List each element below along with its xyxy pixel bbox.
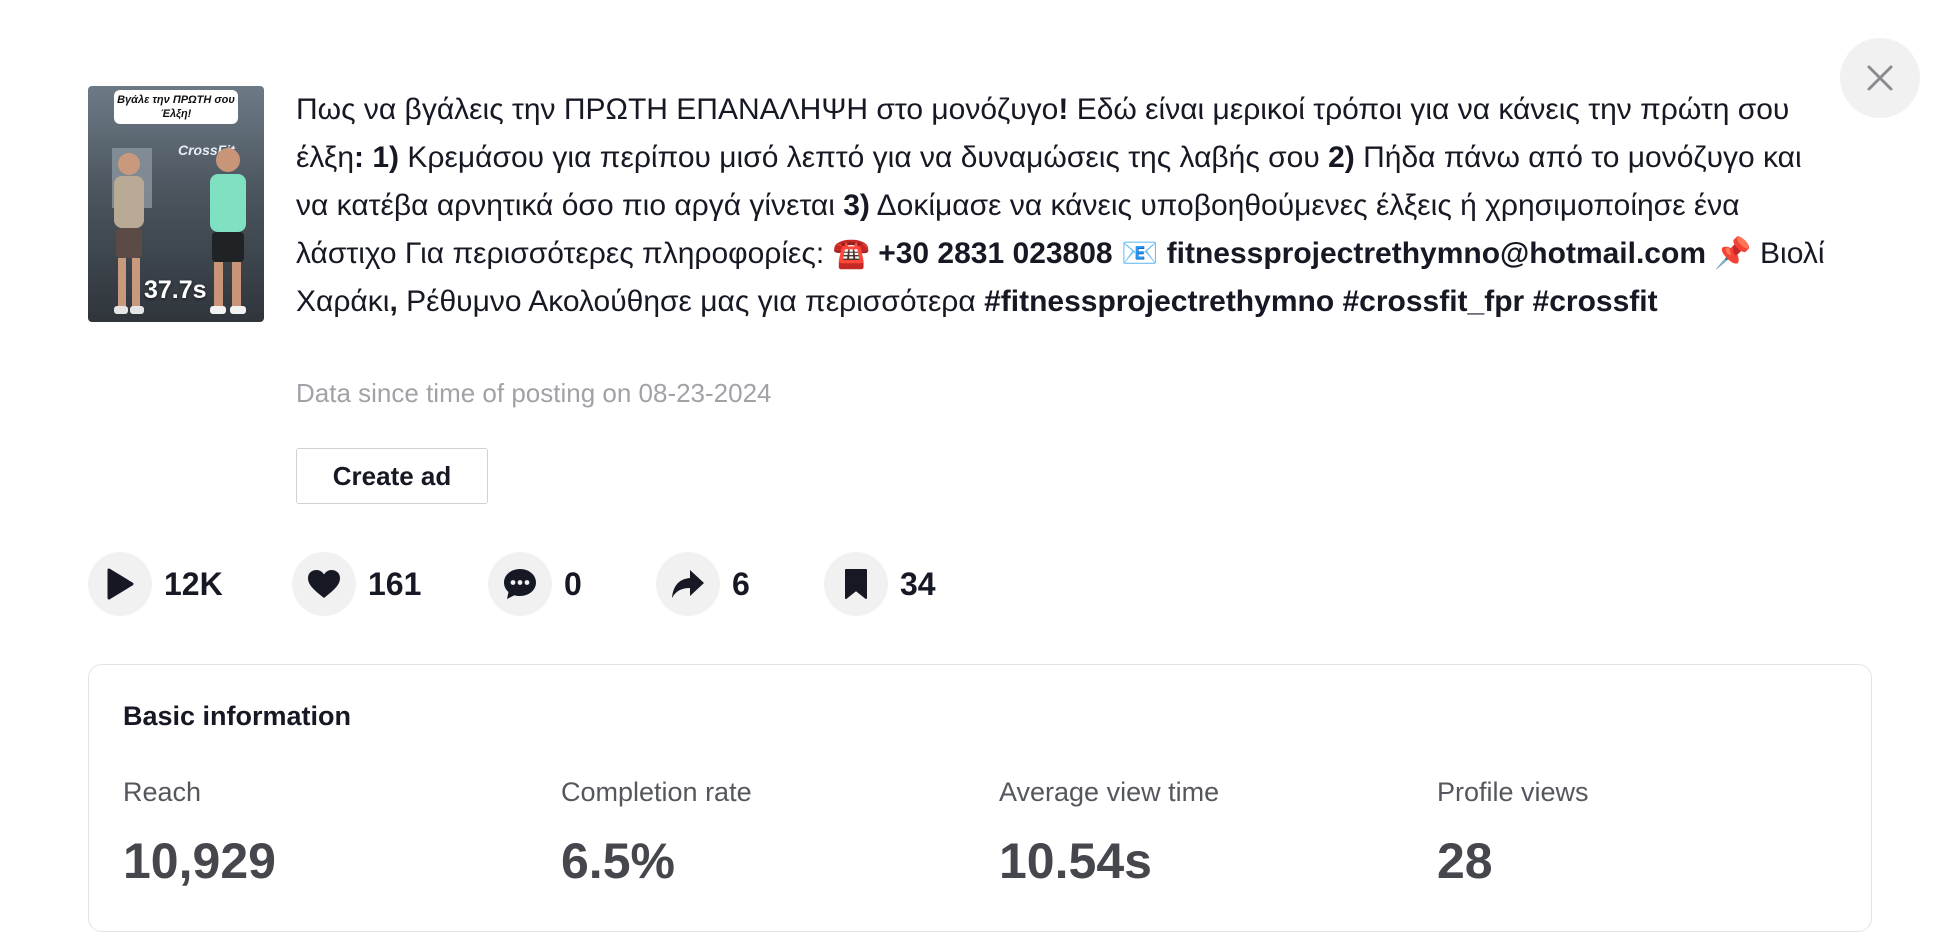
metric-label: Reach (123, 777, 202, 807)
play-icon (107, 568, 134, 600)
metric-profile-views: Profile views 28 (1437, 777, 1589, 890)
comment-icon (504, 569, 536, 599)
video-description: Πως να βγάλεις την ΠΡΩΤΗ ΕΠΑΝΑΛΗΨΗ στο μ… (296, 93, 1825, 318)
metric-reach: Reach 10,929 (123, 777, 276, 890)
mail-emoji: 📧 (1120, 237, 1159, 270)
metric-value: 6.5% (561, 833, 675, 889)
bookmark-icon (845, 569, 867, 599)
thumbnail-caption: Βγάλε την ΠΡΩΤΗ σου Έλξη! (114, 90, 238, 124)
metric-label: Average view time (999, 777, 1220, 807)
video-thumbnail[interactable]: CrossFit Βγάλε την ΠΡΩΤΗ σου Έλξη! 37.7s (88, 86, 264, 322)
phone-number: +30 2831 023808 (869, 237, 1121, 270)
share-icon (672, 570, 704, 598)
create-ad-button[interactable]: Create ad (296, 448, 488, 504)
pin-emoji: 📌 (1706, 237, 1752, 270)
video-duration: 37.7s (144, 276, 207, 304)
comments-count: 0 (564, 565, 582, 602)
card-title: Basic information (123, 701, 352, 731)
basic-information-card: Basic information Reach 10,929 Completio… (88, 664, 1872, 932)
likes-stat: 161 (292, 552, 421, 616)
likes-count: 161 (368, 565, 422, 602)
phone-emoji: ☎️ (832, 237, 870, 270)
metric-completion-rate: Completion rate 6.5% (561, 777, 752, 890)
plays-count: 12K (164, 565, 223, 602)
plays-stat: 12K (88, 552, 223, 616)
email-address: fitnessprojectrethymno@hotmail.com (1158, 237, 1706, 270)
data-since-text: Data since time of posting on 08-23-2024 (296, 378, 772, 408)
comments-stat: 0 (488, 552, 582, 616)
close-button[interactable] (1840, 38, 1920, 118)
shares-count: 6 (732, 565, 750, 602)
metric-value: 10.54s (999, 833, 1152, 889)
heart-icon (308, 570, 340, 598)
hashtags: #fitnessprojectrethymno #crossfit_fpr #c… (984, 285, 1658, 318)
metric-label: Profile views (1437, 777, 1589, 807)
saves-stat: 34 (824, 552, 936, 616)
saves-count: 34 (900, 565, 936, 602)
metric-value: 10,929 (123, 833, 276, 889)
shares-stat: 6 (656, 552, 750, 616)
metric-label: Completion rate (561, 777, 752, 807)
metric-value: 28 (1437, 833, 1493, 889)
close-icon (1867, 65, 1893, 91)
metric-average-view-time: Average view time 10.54s (999, 777, 1219, 890)
